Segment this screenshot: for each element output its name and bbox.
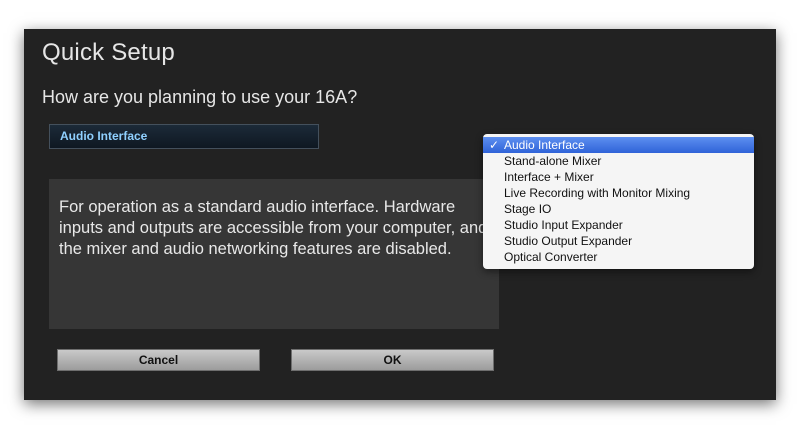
menu-item-optical-converter[interactable]: Optical Converter (483, 249, 754, 265)
menu-item-label: Interface + Mixer (504, 170, 594, 184)
cancel-button[interactable]: Cancel (57, 349, 260, 371)
ok-button[interactable]: OK (291, 349, 494, 371)
menu-item-stage-io[interactable]: Stage IO (483, 201, 754, 217)
menu-item-studio-output-expander[interactable]: Studio Output Expander (483, 233, 754, 249)
menu-item-interface-mixer[interactable]: Interface + Mixer (483, 169, 754, 185)
menu-item-stand-alone-mixer[interactable]: Stand-alone Mixer (483, 153, 754, 169)
dialog-title: Quick Setup (42, 39, 175, 66)
checkmark-icon: ✓ (489, 138, 500, 152)
menu-item-label: Stage IO (504, 202, 552, 216)
menu-item-live-recording[interactable]: Live Recording with Monitor Mixing (483, 185, 754, 201)
setup-question: How are you planning to use your 16A? (42, 87, 358, 107)
menu-item-label: Optical Converter (504, 250, 598, 264)
menu-item-audio-interface[interactable]: ✓ Audio Interface (483, 137, 754, 153)
menu-item-label: Live Recording with Monitor Mixing (504, 186, 691, 200)
menu-item-label: Studio Output Expander (504, 234, 633, 248)
menu-item-studio-input-expander[interactable]: Studio Input Expander (483, 217, 754, 233)
menu-item-label: Studio Input Expander (504, 218, 623, 232)
menu-item-label: Audio Interface (504, 138, 585, 152)
mode-description: For operation as a standard audio interf… (49, 179, 499, 329)
usage-mode-dropdown-menu: ✓ Audio Interface Stand-alone Mixer Inte… (483, 134, 754, 269)
usage-mode-select[interactable]: Audio Interface (49, 124, 319, 149)
menu-item-label: Stand-alone Mixer (504, 154, 602, 168)
